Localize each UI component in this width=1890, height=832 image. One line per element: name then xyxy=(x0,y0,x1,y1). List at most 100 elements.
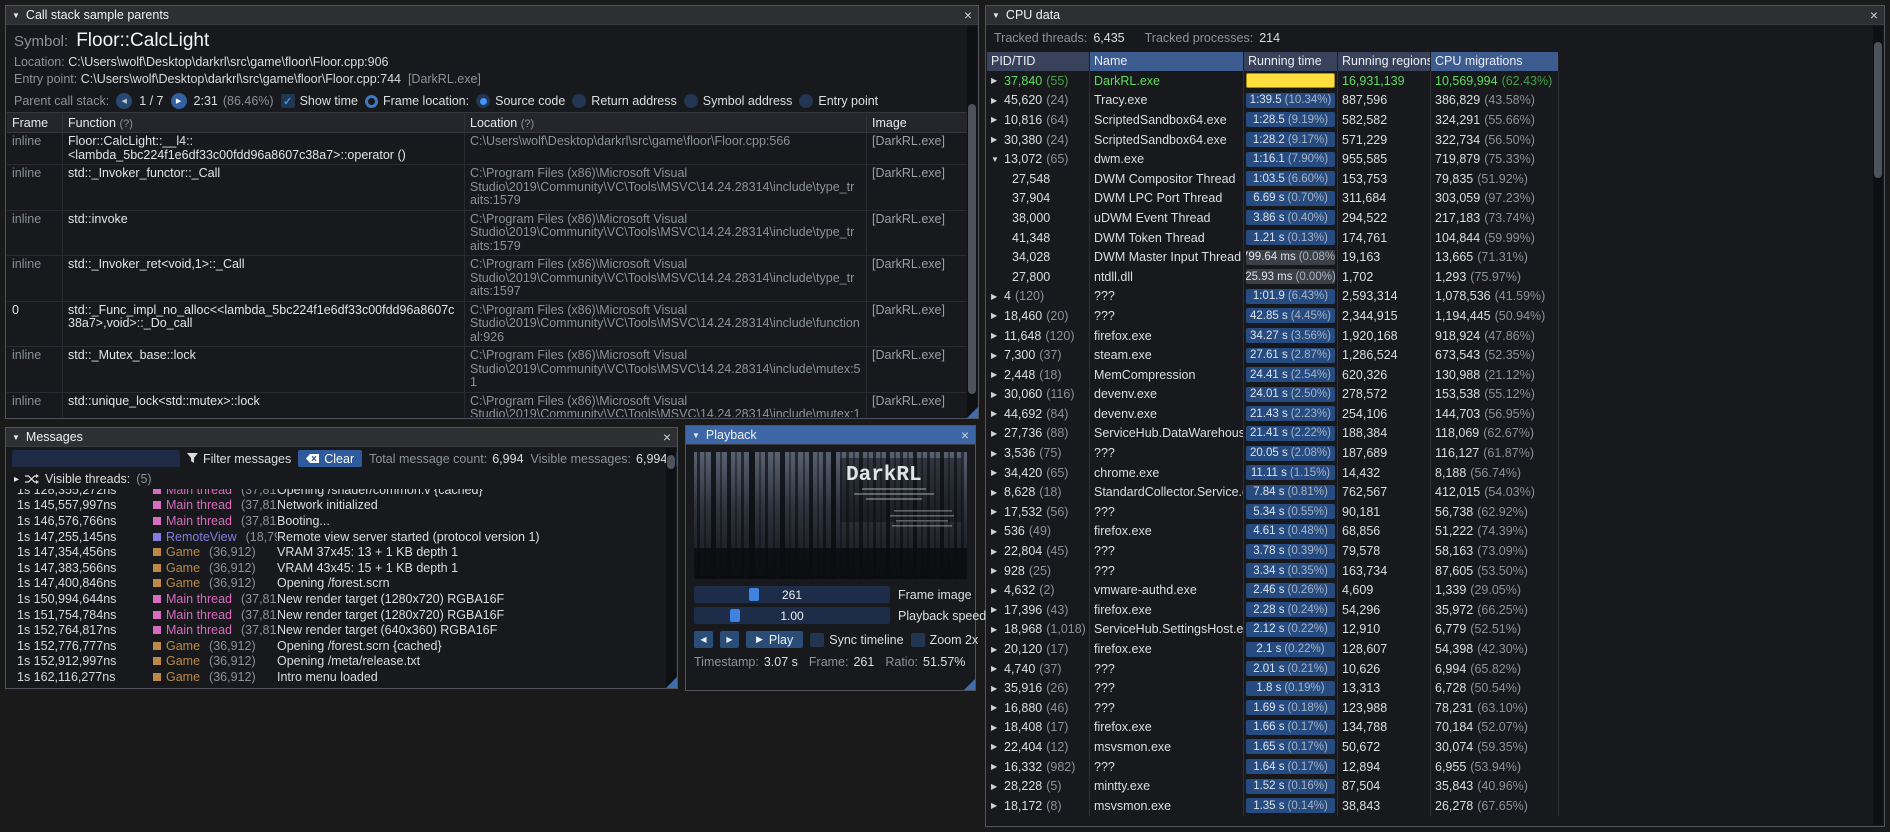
message-row[interactable]: 1s 146,576,766ns Main thread(37,812)Booti… xyxy=(7,513,667,529)
col-header-frame[interactable]: Frame xyxy=(7,113,63,132)
message-row[interactable]: 1s 152,912,997ns Game (36,912) Opening /met… xyxy=(7,654,667,670)
expand-row-icon[interactable]: ▶ xyxy=(991,586,1004,595)
cpu-column-header[interactable]: CPU migrations xyxy=(1431,52,1559,71)
cpu-row[interactable]: ▶ 27,736 (88) ServiceHub.DataWarehouse 21.41… xyxy=(987,423,1873,444)
callstack-frame-row[interactable]: inline std::unique_lock<std::mutex>::lock… xyxy=(7,392,967,417)
resize-grip[interactable] xyxy=(666,677,677,688)
zoom-2x-checkbox[interactable]: Zoom 2x xyxy=(910,632,978,647)
cpu-row[interactable]: ▶ 18,172 (8) msvsmon.exe 1.35 s (0.14%) 38,843… xyxy=(987,795,1873,816)
callstack-frame-row[interactable]: inline std::invoke C:\Program Files (x86)\… xyxy=(7,210,967,256)
radio-symbol-address[interactable]: Symbol address xyxy=(683,94,792,108)
resize-grip[interactable] xyxy=(967,407,978,418)
message-row[interactable]: 1s 147,400,846ns Game (36,912) Opening /for… xyxy=(7,576,667,592)
cpu-row[interactable]: 41,348 DWM Token Thread 1.21 s (0.13%) 174,7… xyxy=(987,227,1873,248)
cpu-titlebar[interactable]: ▼ CPU data × xyxy=(986,6,1884,25)
radio-return-address[interactable]: Return address xyxy=(572,94,677,108)
cpu-row[interactable]: ▶ 30,060 (116) devenv.exe 24.01 s (2.50%) 278,… xyxy=(987,384,1873,405)
cpu-column-header[interactable]: PID/TID xyxy=(987,52,1090,71)
expand-row-icon[interactable]: ▶ xyxy=(991,723,1004,732)
expand-row-icon[interactable]: ▶ xyxy=(991,115,1004,124)
expand-row-icon[interactable]: ▶ xyxy=(991,527,1004,536)
cpu-row[interactable]: ▶ 8,628 (18) StandardCollector.Service.e 7.8… xyxy=(987,482,1873,503)
frame-image-slider[interactable]: 261 xyxy=(694,586,890,603)
cpu-row[interactable]: ▶ 44,692 (84) devenv.exe 21.43 s (2.23%) 254,1… xyxy=(987,404,1873,424)
expand-row-icon[interactable]: ▶ xyxy=(991,507,1004,516)
callstack-frame-row[interactable]: inline std::_Invoker_functor::_Call C:\Pro… xyxy=(7,165,967,211)
message-row[interactable]: 1s 151,754,784ns Main thread(37,812)New r… xyxy=(7,607,667,623)
play-button[interactable]: ▶ Play xyxy=(746,631,804,648)
messages-titlebar[interactable]: ▼ Messages × xyxy=(6,428,677,447)
cpu-row[interactable]: ▶ 30,380 (24) ScriptedSandbox64.exe 1:28.2 (9… xyxy=(987,129,1873,150)
cpu-row[interactable]: ▶ 16,880 (46)??? 1.69 s (0.18%) 123,988 78,231… xyxy=(987,698,1873,718)
message-filter-input[interactable] xyxy=(12,450,180,467)
expand-row-icon[interactable]: ▶ xyxy=(991,351,1004,360)
cpu-row[interactable]: ▶ 3,536 (75)??? 20.05 s (2.08%) 187,689 116,12… xyxy=(987,443,1873,463)
collapse-icon[interactable]: ▼ xyxy=(692,431,700,440)
expand-threads-icon[interactable]: ▸ xyxy=(14,474,19,485)
callstack-scrollbar[interactable] xyxy=(967,26,977,417)
cpu-row[interactable]: ▶ 28,228 (5) mintty.exe 1.52 s (0.16%) 87,504 3… xyxy=(987,776,1873,796)
col-header-function[interactable]: Function (?) xyxy=(63,113,465,132)
callstack-frame-row[interactable]: 0 std::_Func_impl_no_alloc<<lambda_5bc224… xyxy=(7,301,967,347)
cpu-column-header[interactable]: Running regions xyxy=(1338,52,1431,71)
cpu-row[interactable]: ▶ 928 (25)??? 3.34 s (0.35%) 163,734 87,605 (53… xyxy=(987,560,1873,581)
col-header-image[interactable]: Image xyxy=(867,114,967,132)
next-frame-button[interactable]: ▶ xyxy=(720,631,739,648)
cpu-column-header[interactable]: Running time xyxy=(1244,52,1338,71)
expand-row-icon[interactable]: ▶ xyxy=(991,311,1004,320)
expand-row-icon[interactable]: ▶ xyxy=(991,645,1004,654)
radio-entry-point[interactable]: Entry point xyxy=(799,94,878,108)
cpu-scrollbar[interactable] xyxy=(1873,26,1883,825)
expand-row-icon[interactable]: ▶ xyxy=(991,409,1004,418)
expand-row-icon[interactable]: ▶ xyxy=(991,331,1004,340)
cpu-row[interactable]: ▶ 2,448 (18) MemCompression 24.41 s (2.54%) 62… xyxy=(987,364,1873,385)
cpu-column-header[interactable]: Name xyxy=(1090,52,1244,71)
collapse-icon[interactable]: ▼ xyxy=(12,433,20,442)
playback-titlebar[interactable]: ▼ Playback × xyxy=(686,426,975,445)
cpu-row[interactable]: 27,800 ntdll.dll 25.93 ms (0.00%) 1,702 1,293… xyxy=(987,266,1873,287)
help-icon[interactable]: (?) xyxy=(119,118,132,130)
expand-row-icon[interactable]: ▶ xyxy=(991,292,1004,301)
cpu-row[interactable]: ▶ 7,300 (37) steam.exe 27.61 s (2.87%) 1,286,5… xyxy=(987,345,1873,365)
message-row[interactable]: 1s 152,776,777ns Game (36,912) Opening /for… xyxy=(7,638,667,654)
message-row[interactable]: 1s 147,354,456ns Game (36,912) VRAM 37x45: … xyxy=(7,544,667,560)
cpu-row[interactable]: ▼ 13,072 (65) dwm.exe 1:16.1 (7.90%) 955,585 71… xyxy=(987,149,1873,169)
cpu-row[interactable]: ▶ 4,740 (37)??? 2.01 s (0.21%) 10,626 6,994 (65… xyxy=(987,658,1873,679)
expand-row-icon[interactable]: ▶ xyxy=(991,468,1004,477)
callstack-frame-row[interactable]: inline Floor::CalcLight::__l4::<lambda_5b… xyxy=(7,133,967,165)
expand-row-icon[interactable]: ▶ xyxy=(991,488,1004,497)
help-icon[interactable]: (?) xyxy=(521,118,534,130)
expand-row-icon[interactable]: ▶ xyxy=(991,96,1004,105)
message-row[interactable]: 1s 152,764,817ns Main thread(37,812)New r… xyxy=(7,622,667,638)
expand-row-icon[interactable]: ▶ xyxy=(991,684,1004,693)
cpu-row[interactable]: ▶ 16,332 (982)??? 1.64 s (0.17%) 12,894 6,955(… xyxy=(987,756,1873,777)
scrollbar-thumb[interactable] xyxy=(1874,41,1882,178)
cpu-row[interactable]: ▶ 22,404 (12) msvsmon.exe 1.65 s (0.17%) 50,67… xyxy=(987,737,1873,757)
cpu-row[interactable]: ▶ 536 (49) firefox.exe 4.61 s (0.48%) 68,856 51… xyxy=(987,521,1873,542)
expand-row-icon[interactable]: ▶ xyxy=(991,801,1004,810)
expand-row-icon[interactable]: ▶ xyxy=(991,664,1004,673)
callstack-frame-row[interactable]: inline std::_Invoker_ret<void,1>::_Call C:… xyxy=(7,256,967,302)
message-row[interactable]: 1s 147,255,145ns RemoteView(18,796)Remote… xyxy=(7,529,667,545)
cpu-row[interactable]: ▶ 34,420 (65) chrome.exe 11.11 s (1.15%) 14,43… xyxy=(987,462,1873,483)
cpu-row[interactable]: ▶ 22,804 (45)??? 3.78 s (0.39%) 79,578 58,163(… xyxy=(987,541,1873,561)
collapse-icon[interactable]: ▼ xyxy=(992,11,1000,20)
cpu-row[interactable]: ▶ 35,916 (26)??? 1.8 s (0.19%) 13,313 6,728 (50… xyxy=(987,678,1873,698)
visible-threads-header[interactable]: ▸ Visible threads: (5) xyxy=(6,470,677,489)
cpu-row[interactable]: ▶ 18,408 (17) firefox.exe 1.66 s (0.17%) 134,7… xyxy=(987,717,1873,738)
cpu-row[interactable]: ▶ 11,648 (120) firefox.exe 34.27 s (3.56%) 1,9… xyxy=(987,325,1873,346)
resize-grip[interactable] xyxy=(964,679,975,690)
cpu-row[interactable]: 27,548 DWM Compositor Thread 1:03.5 (6.60%)… xyxy=(987,168,1873,189)
prev-parent-button[interactable]: ◀ xyxy=(116,93,133,109)
playback-speed-slider[interactable]: 1.00 xyxy=(694,607,890,624)
expand-row-icon[interactable]: ▶ xyxy=(991,703,1004,712)
scrollbar-thumb[interactable] xyxy=(667,455,675,470)
close-icon[interactable]: × xyxy=(961,428,969,442)
next-parent-button[interactable]: ▶ xyxy=(170,93,187,109)
prev-frame-button[interactable]: ◀ xyxy=(694,631,713,648)
cpu-row[interactable]: 37,904 DWM LPC Port Thread 6.69 s (0.70%) 31… xyxy=(987,188,1873,209)
close-icon[interactable]: × xyxy=(964,8,972,22)
cpu-row[interactable]: ▶ 17,396 (43) firefox.exe 2.28 s (0.24%) 54,29… xyxy=(987,600,1873,620)
messages-scrollbar[interactable] xyxy=(666,448,676,687)
cpu-row[interactable]: ▶ 4 (120)??? 1:01.9 (6.43%) 2,593,314 1,078,53… xyxy=(987,286,1873,307)
